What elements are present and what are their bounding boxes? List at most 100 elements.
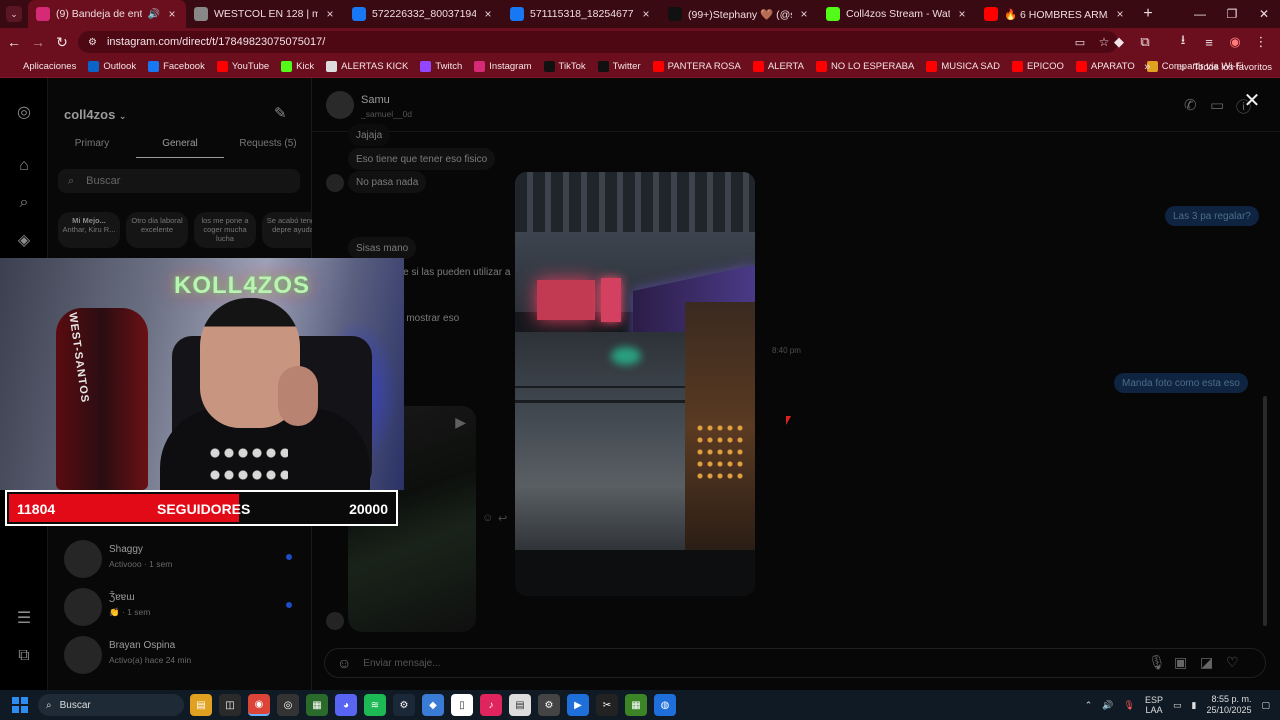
browser-tab[interactable]: Coll4zos Stream - Watch Live o × xyxy=(818,0,976,28)
sticker-icon[interactable]: ◪ xyxy=(1200,654,1213,671)
close-tab-icon[interactable]: × xyxy=(482,7,494,21)
tab-search-button[interactable]: ⌄ xyxy=(0,0,28,28)
close-tab-icon[interactable]: × xyxy=(1114,7,1126,21)
close-tab-icon[interactable]: × xyxy=(640,7,652,21)
bookmark-item[interactable]: NO LO ESPERABA xyxy=(810,61,920,72)
bookmark-item[interactable]: Outlook xyxy=(82,61,142,72)
bookmark-item[interactable]: EPICOO xyxy=(1006,61,1070,72)
all-bookmarks-link[interactable]: Todos los favoritos xyxy=(1193,62,1272,73)
browser-tab[interactable]: (9) Bandeja de entrada • Ch 🔊 × xyxy=(28,0,186,28)
browser-tab[interactable]: 572226332_800371949640556 × xyxy=(344,0,502,28)
browser-tab[interactable]: 🔥 6 HOMBRES ARMADOS, un × xyxy=(976,0,1134,28)
capcut-icon[interactable]: ✂ xyxy=(596,694,618,716)
bookmark-item[interactable]: Instagram xyxy=(468,61,537,72)
document-icon[interactable]: ▯ xyxy=(451,694,473,716)
files-icon[interactable]: ▦ xyxy=(306,694,328,716)
extension-diamond-icon[interactable]: ◆ xyxy=(1106,28,1132,56)
language-indicator[interactable]: ESP LAA xyxy=(1145,695,1163,715)
minecraft-icon[interactable]: ▦ xyxy=(625,694,647,716)
download-icon[interactable]: ⭳ xyxy=(1170,28,1196,56)
bookmarks-overflow-icon[interactable]: » xyxy=(1144,61,1150,73)
minimize-icon[interactable]: — xyxy=(1184,0,1216,28)
tab-general[interactable]: General xyxy=(136,136,224,158)
note-item[interactable]: Mi Mejo... Anthar, Kiru R... xyxy=(58,212,120,248)
browser-tab[interactable]: (99+)Stephany 🤎 (@stephany × xyxy=(660,0,818,28)
heart-icon[interactable]: ♡ xyxy=(1226,654,1239,671)
bookmark-item[interactable]: Facebook xyxy=(142,61,211,72)
notifications-icon[interactable]: ▢ xyxy=(1261,700,1270,711)
bookmark-item[interactable]: Kick xyxy=(275,61,320,72)
phone-call-icon[interactable]: ✆ xyxy=(1184,96,1197,114)
home-icon[interactable]: ⌂ xyxy=(14,156,34,176)
browser-tab[interactable]: WESTCOL EN 128 | masboleter × xyxy=(186,0,344,28)
extensions-puzzle-icon[interactable]: ⧉ xyxy=(1132,28,1158,56)
profile-avatar-icon[interactable]: ◉ xyxy=(1222,28,1248,56)
taskbar-search[interactable]: ⌕ Buscar xyxy=(38,694,184,716)
restore-icon[interactable]: ❐ xyxy=(1216,0,1248,28)
emoji-icon[interactable]: ☺ xyxy=(337,655,351,671)
conversation-item[interactable]: Brayan Ospina Activo(a) hace 24 min xyxy=(64,636,304,676)
meta-apps-icon[interactable]: ⧉ xyxy=(14,646,34,666)
browser-tab[interactable]: 571115318_182546775472871 × xyxy=(502,0,660,28)
install-app-icon[interactable]: ▭ xyxy=(1068,28,1092,56)
site-info-icon[interactable]: ⚙ xyxy=(88,37,97,48)
store-icon[interactable]: ◫ xyxy=(219,694,241,716)
close-viewer-icon[interactable]: ✕ xyxy=(1242,88,1262,113)
file-explorer-icon[interactable]: ▤ xyxy=(190,694,212,716)
account-switcher[interactable]: coll4zos ⌄ xyxy=(64,107,126,122)
bookmark-item[interactable]: ALERTA xyxy=(747,61,810,72)
close-tab-icon[interactable]: × xyxy=(166,7,178,21)
close-tab-icon[interactable]: × xyxy=(956,7,968,21)
search-icon[interactable]: ⌕ xyxy=(14,193,34,213)
new-tab-button[interactable]: + xyxy=(1134,5,1162,23)
media-viewer-image[interactable] xyxy=(515,172,755,596)
video-call-icon[interactable]: ▭ xyxy=(1210,96,1224,114)
windows-start-icon[interactable] xyxy=(12,697,28,713)
bookmark-item[interactable]: YouTube xyxy=(211,61,275,72)
tab-primary[interactable]: Primary xyxy=(48,136,136,158)
bookmark-item[interactable]: Twitch xyxy=(414,61,468,72)
display-icon[interactable]: ▭ xyxy=(1173,700,1182,711)
notepad-icon[interactable]: ▤ xyxy=(509,694,531,716)
bookmark-item[interactable]: PANTERA ROSA xyxy=(647,61,747,72)
bookmark-item[interactable]: MUSICA SAD xyxy=(920,61,1006,72)
volume-icon[interactable]: 🔊 xyxy=(1102,700,1113,711)
avatar[interactable] xyxy=(326,91,354,119)
conversation-item[interactable]: Ǯɐɐɯ 👏 · 1 sem xyxy=(64,588,304,628)
close-tab-icon[interactable]: × xyxy=(324,7,336,21)
chrome-icon[interactable]: ◉ xyxy=(248,694,270,716)
image-upload-icon[interactable]: ▣ xyxy=(1174,654,1187,671)
microphone-icon[interactable]: 🎙 xyxy=(1124,700,1135,711)
discord-icon[interactable]: ◕ xyxy=(335,694,357,716)
tab-requests[interactable]: Requests (5) xyxy=(224,136,312,158)
bookmark-item[interactable]: ALERTAS KICK xyxy=(320,61,414,72)
bookmark-item[interactable]: Twitter xyxy=(592,61,647,72)
bookmark-item[interactable]: TikTok xyxy=(538,61,592,72)
close-tab-icon[interactable]: × xyxy=(798,7,810,21)
settings-icon[interactable]: ⚙ xyxy=(538,694,560,716)
play-icon[interactable]: ▶ xyxy=(455,414,466,431)
forward-icon[interactable]: → xyxy=(26,28,50,56)
battery-icon[interactable]: ▮ xyxy=(1191,700,1196,711)
address-bar[interactable]: ⚙ instagram.com/direct/t/178498230750750… xyxy=(78,31,1118,53)
note-item[interactable]: Se acabó tengo depre ayuda xyxy=(262,212,312,248)
reload-icon[interactable]: ↻ xyxy=(50,28,74,56)
new-message-icon[interactable]: ✎ xyxy=(274,104,287,122)
clock[interactable]: 8:55 p. m. 25/10/2025 xyxy=(1206,694,1251,716)
spotify-icon[interactable]: ≋ xyxy=(364,694,386,716)
bookmark-item[interactable]: Aplicaciones xyxy=(2,61,82,72)
instagram-logo-icon[interactable]: ◎ xyxy=(14,102,34,122)
reply-icon[interactable]: ↩ xyxy=(498,512,507,525)
chat-scrollbar[interactable] xyxy=(1263,396,1267,626)
streamlabs-icon[interactable]: ▶ xyxy=(567,694,589,716)
explore-icon[interactable]: ◈ xyxy=(14,230,34,250)
chat-contact-name[interactable]: Samu xyxy=(361,94,390,106)
note-item[interactable]: Otro dia laboral excelente xyxy=(126,212,188,248)
audio-playing-icon[interactable]: 🔊 xyxy=(148,9,160,20)
menu-icon[interactable]: ☰ xyxy=(14,608,34,628)
browser-icon[interactable]: ◍ xyxy=(654,694,676,716)
message-composer[interactable]: ☺ Enviar mensaje... xyxy=(324,648,1266,678)
conversation-item[interactable]: Shaggy Activooo · 1 sem xyxy=(64,540,304,580)
microphone-icon[interactable]: 🎙 xyxy=(1148,654,1166,671)
obs-icon[interactable]: ◎ xyxy=(277,694,299,716)
